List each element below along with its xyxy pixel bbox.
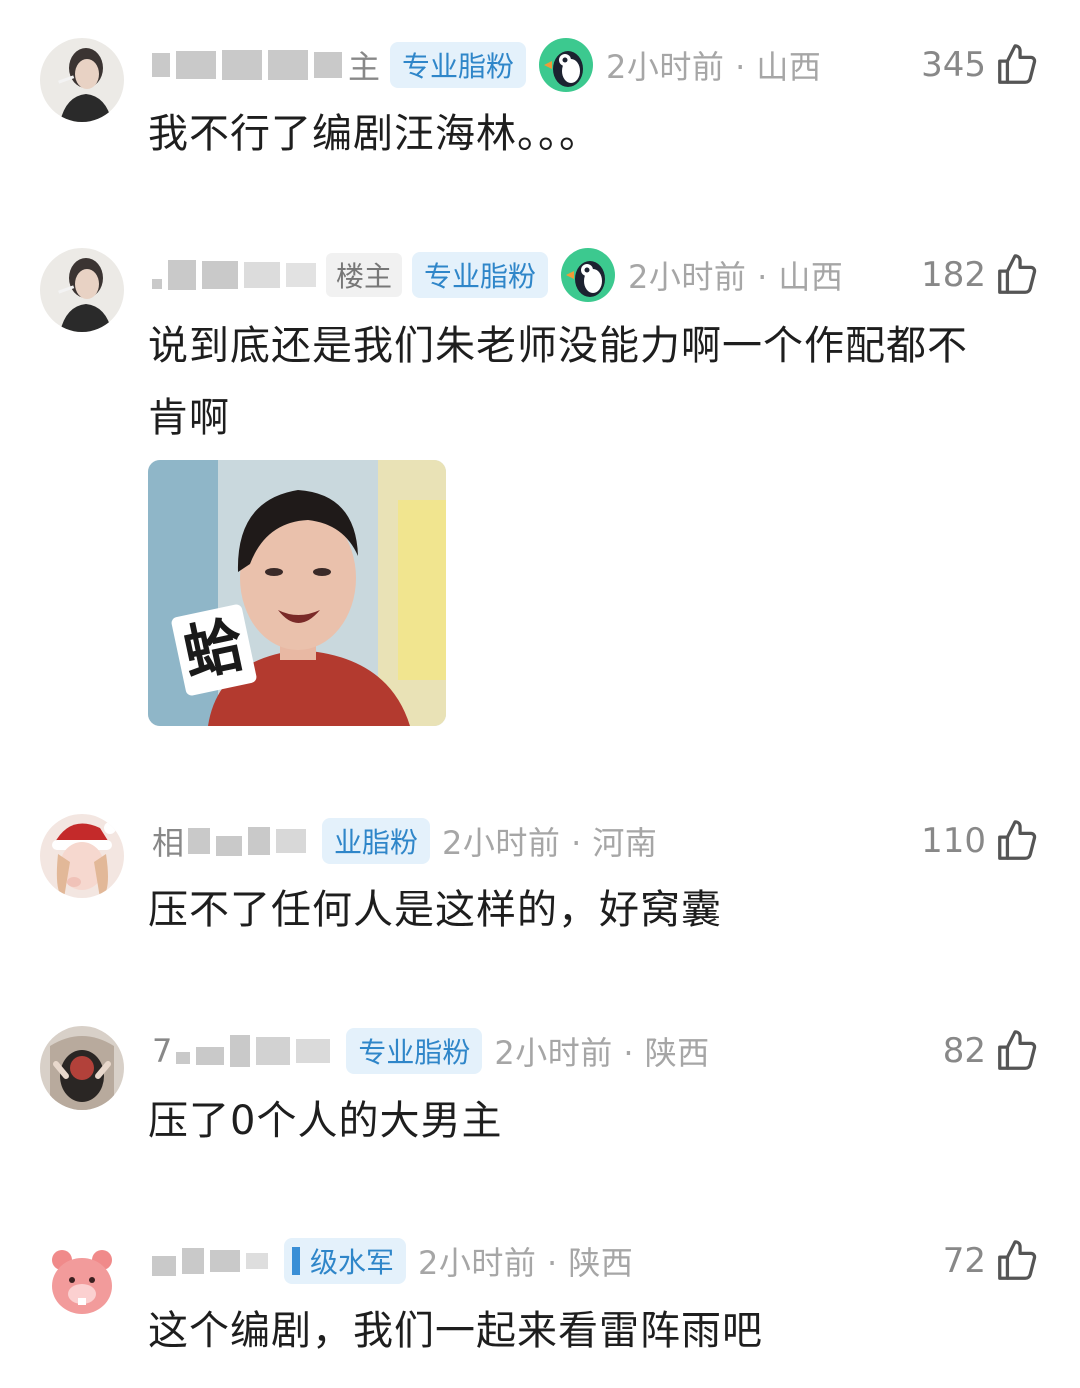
fan-badge[interactable]: 专业脂粉: [390, 42, 527, 88]
time-location: 2小时前 · 山西: [606, 48, 822, 86]
user-avatar[interactable]: [40, 248, 124, 332]
comment-text: 压了0个人的大男主: [148, 1098, 503, 1144]
time-location: 2小时前 · 山西: [628, 258, 844, 296]
thumbs-up-icon: [998, 254, 1037, 294]
thumbs-up-icon: [998, 1030, 1037, 1070]
comment-meta: 楼主 专业脂粉 2小时前 · 山西: [152, 247, 844, 303]
like-button[interactable]: 82: [943, 1026, 1040, 1076]
comment-text: 这个编剧，我们一起来看雷阵雨吧: [148, 1308, 763, 1354]
puffin-icon: [560, 247, 616, 303]
like-count: 110: [921, 821, 986, 861]
like-button[interactable]: 345: [921, 40, 1040, 90]
time-location: 2小时前 · 陕西: [418, 1244, 634, 1282]
username[interactable]: [152, 1241, 274, 1281]
user-avatar[interactable]: [40, 1026, 124, 1110]
like-button[interactable]: 72: [943, 1236, 1040, 1286]
comment-text-line: 肯啊: [148, 395, 230, 441]
like-count: 82: [942, 1031, 986, 1071]
comment-text: 我不行了编剧汪海林。。。: [148, 111, 600, 157]
username-visible: 主: [348, 48, 381, 86]
like-count: 182: [921, 255, 986, 295]
level-bar-icon: [292, 1247, 300, 1275]
fan-badge[interactable]: 专业脂粉: [412, 252, 549, 298]
comment-meta: 相 业脂粉 2小时前 · 河南: [152, 816, 657, 866]
username-visible: 7: [152, 1032, 173, 1070]
like-button[interactable]: 110: [921, 816, 1040, 866]
comment-meta: 7 专业脂粉 2小时前 · 陕西: [152, 1026, 710, 1076]
fan-badge[interactable]: 业脂粉: [322, 818, 431, 864]
username[interactable]: [152, 255, 322, 295]
like-count: 72: [942, 1241, 986, 1281]
user-avatar[interactable]: [40, 38, 124, 122]
thumbs-up-icon: [998, 820, 1037, 860]
host-badge: 楼主: [326, 253, 403, 297]
time-location: 2小时前 · 陕西: [494, 1034, 710, 1072]
username[interactable]: 7: [152, 1031, 336, 1071]
comment-text: 说到底还是我们朱老师没能力啊一个作配都不 肯啊: [148, 313, 1048, 451]
thumbs-up-icon: [998, 1240, 1037, 1280]
puffin-icon: [538, 37, 594, 93]
sticker-image[interactable]: 蛤: [148, 460, 446, 726]
comment-meta: 主 专业脂粉 2小时前 · 山西: [152, 37, 822, 93]
army-badge[interactable]: 级水军: [284, 1238, 407, 1284]
comment-text: 压不了任何人是这样的，好窝囊: [148, 887, 722, 933]
username-visible: 相: [152, 824, 185, 862]
user-avatar[interactable]: [40, 814, 124, 898]
time-location: 2小时前 · 河南: [442, 824, 658, 862]
like-count: 345: [921, 45, 986, 85]
comment-meta: 级水军 2小时前 · 陕西: [152, 1236, 633, 1286]
like-button[interactable]: 182: [921, 250, 1040, 300]
army-badge-label: 级水军: [310, 1246, 395, 1279]
username[interactable]: 相: [152, 821, 312, 862]
username[interactable]: 主: [152, 45, 381, 86]
fan-badge[interactable]: 专业脂粉: [346, 1028, 483, 1074]
user-avatar[interactable]: [40, 1236, 124, 1320]
thumbs-up-icon: [998, 44, 1037, 84]
comment-text-line: 说到底还是我们朱老师没能力啊一个作配都不: [148, 323, 968, 369]
